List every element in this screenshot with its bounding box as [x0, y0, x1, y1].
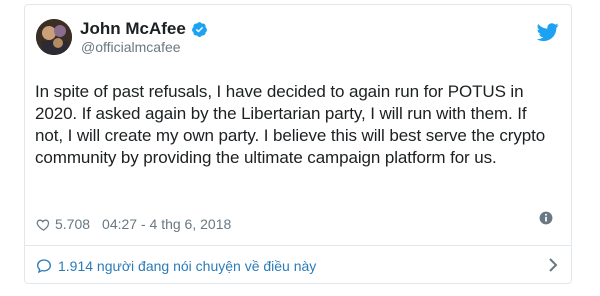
- tweet-header: John McAfee @officialmcafee: [36, 19, 559, 75]
- info-icon[interactable]: [539, 211, 553, 225]
- like-count[interactable]: 5.708: [55, 216, 90, 232]
- conversation-link[interactable]: 1.914 người đang nói chuyện về điều này: [36, 253, 559, 279]
- author-handle[interactable]: @officialmcafee: [81, 39, 181, 55]
- conversation-label: 1.914 người đang nói chuyện về điều này: [58, 258, 317, 274]
- verified-badge-icon: [191, 21, 207, 37]
- author-row: John McAfee: [80, 19, 208, 39]
- chevron-right-icon[interactable]: [547, 257, 559, 273]
- speech-bubble-icon: [36, 259, 52, 274]
- author-name[interactable]: John McAfee: [80, 19, 186, 39]
- heart-icon[interactable]: [36, 217, 51, 232]
- tweet-card: John McAfee @officialmcafee In spite of …: [24, 4, 572, 284]
- tweet-timestamp[interactable]: 04:27 - 4 thg 6, 2018: [102, 216, 231, 232]
- twitter-bird-icon[interactable]: [537, 21, 559, 43]
- tweet-text: In spite of past refusals, I have decide…: [35, 82, 546, 167]
- tweet-meta: 5.708 04:27 - 4 thg 6, 2018: [36, 213, 559, 235]
- avatar[interactable]: [36, 19, 72, 55]
- divider: [25, 245, 571, 246]
